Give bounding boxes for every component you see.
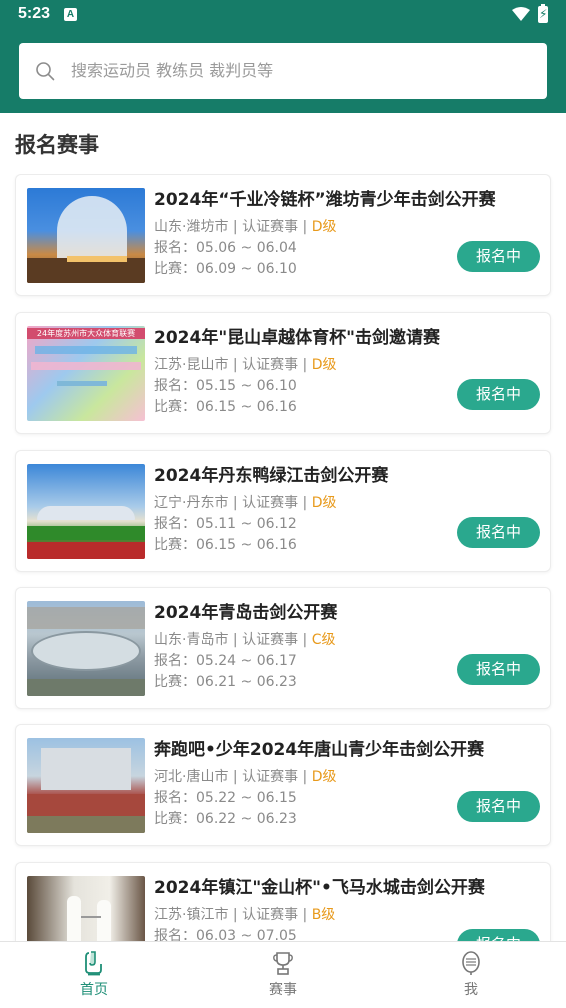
- register-button[interactable]: 报名中: [457, 929, 540, 941]
- match-dates: 比赛：06.09 ~ 06.10: [154, 261, 297, 277]
- registration-dates: 报名：05.24 ~ 06.17: [154, 653, 297, 669]
- event-meta: 山东·潍坊市 | 认证赛事 | D级: [154, 219, 337, 235]
- nav-label-events: 赛事: [269, 982, 297, 998]
- event-meta: 辽宁·丹东市 | 认证赛事 | D级: [154, 495, 337, 511]
- registration-dates: 报名：05.15 ~ 06.10: [154, 378, 297, 394]
- event-list[interactable]: 2024年“千业冷链杯”潍坊青少年击剑公开赛 山东·潍坊市 | 认证赛事 | D…: [0, 174, 566, 941]
- event-location: 山东·潍坊市: [154, 219, 229, 235]
- thumbnail-caption: 24年度苏州市大众体育联赛: [27, 328, 145, 339]
- profile-icon: [462, 951, 480, 975]
- nav-item-events[interactable]: 赛事: [223, 942, 343, 1008]
- nav-item-me[interactable]: 我: [411, 942, 531, 1008]
- event-type: 认证赛事: [242, 907, 299, 923]
- register-button[interactable]: 报名中: [457, 517, 540, 548]
- event-title: 2024年镇江"金山杯"•飞马水城击剑公开赛: [154, 878, 485, 898]
- event-meta: 江苏·昆山市 | 认证赛事 | D级: [154, 357, 337, 373]
- event-type: 认证赛事: [242, 219, 299, 235]
- event-location: 河北·唐山市: [154, 769, 229, 785]
- bottom-nav: 首页 赛事 我: [0, 941, 566, 1008]
- event-meta: 山东·青岛市 | 认证赛事 | C级: [154, 632, 336, 648]
- registration-dates: 报名：05.22 ~ 06.15: [154, 790, 297, 806]
- registration-dates: 报名：05.11 ~ 06.12: [154, 516, 297, 532]
- register-button[interactable]: 报名中: [457, 241, 540, 272]
- register-button[interactable]: 报名中: [457, 379, 540, 410]
- event-thumbnail: [27, 188, 145, 283]
- event-meta: 河北·唐山市 | 认证赛事 | D级: [154, 769, 337, 785]
- trophy-icon: [273, 952, 293, 975]
- event-level: D级: [311, 769, 337, 785]
- match-dates: 比赛：06.15 ~ 06.16: [154, 399, 297, 415]
- registration-dates: 报名：06.03 ~ 07.05: [154, 928, 297, 941]
- event-location: 山东·青岛市: [154, 632, 229, 648]
- register-button[interactable]: 报名中: [457, 654, 540, 685]
- event-thumbnail: 24年度苏州市大众体育联赛: [27, 326, 145, 421]
- event-type: 认证赛事: [242, 495, 299, 511]
- register-button[interactable]: 报名中: [457, 791, 540, 822]
- nav-label-me: 我: [464, 982, 478, 998]
- event-type: 认证赛事: [242, 357, 299, 373]
- section-title: 报名赛事: [15, 133, 99, 157]
- match-dates: 比赛：06.21 ~ 06.23: [154, 674, 297, 690]
- event-meta: 江苏·镇江市 | 认证赛事 | B级: [154, 907, 336, 923]
- event-card[interactable]: 2024年镇江"金山杯"•飞马水城击剑公开赛 江苏·镇江市 | 认证赛事 | B…: [15, 862, 551, 941]
- search-bar[interactable]: 搜索运动员 教练员 裁判员等: [19, 43, 547, 99]
- app-header: 5:23 A ⚡ 搜索运动员 教练员 裁判员等: [0, 0, 566, 113]
- event-type: 认证赛事: [242, 632, 299, 648]
- event-thumbnail: [27, 601, 145, 696]
- event-level: D级: [311, 357, 337, 373]
- status-bar: 5:23 A ⚡: [0, 0, 566, 30]
- event-title: 奔跑吧•少年2024年唐山青少年击剑公开赛: [154, 740, 485, 760]
- event-card[interactable]: 24年度苏州市大众体育联赛 2024年"昆山卓越体育杯"击剑邀请赛 江苏·昆山市…: [15, 312, 551, 434]
- notification-icon: A: [64, 8, 77, 21]
- event-thumbnail: [27, 876, 145, 941]
- event-type: 认证赛事: [242, 769, 299, 785]
- event-location: 江苏·镇江市: [154, 907, 229, 923]
- nav-item-home[interactable]: 首页: [34, 942, 154, 1008]
- event-thumbnail: [27, 738, 145, 833]
- match-dates: 比赛：06.15 ~ 06.16: [154, 537, 297, 553]
- wifi-icon: [512, 7, 530, 21]
- event-title: 2024年青岛击剑公开赛: [154, 603, 338, 623]
- event-level: B级: [311, 907, 336, 923]
- event-card[interactable]: 2024年“千业冷链杯”潍坊青少年击剑公开赛 山东·潍坊市 | 认证赛事 | D…: [15, 174, 551, 296]
- event-location: 江苏·昆山市: [154, 357, 229, 373]
- event-card[interactable]: 2024年青岛击剑公开赛 山东·青岛市 | 认证赛事 | C级 报名：05.24…: [15, 587, 551, 709]
- event-title: 2024年“千业冷链杯”潍坊青少年击剑公开赛: [154, 190, 496, 210]
- search-icon: [36, 62, 55, 81]
- event-title: 2024年丹东鸭绿江击剑公开赛: [154, 466, 389, 486]
- event-title: 2024年"昆山卓越体育杯"击剑邀请赛: [154, 328, 441, 348]
- event-location: 辽宁·丹东市: [154, 495, 229, 511]
- event-level: C级: [311, 632, 336, 648]
- status-time: 5:23: [18, 5, 51, 22]
- event-card[interactable]: 奔跑吧•少年2024年唐山青少年击剑公开赛 河北·唐山市 | 认证赛事 | D级…: [15, 724, 551, 846]
- home-icon: [85, 951, 102, 976]
- match-dates: 比赛：06.22 ~ 06.23: [154, 811, 297, 827]
- event-level: D级: [311, 219, 337, 235]
- nav-label-home: 首页: [80, 982, 108, 998]
- search-input[interactable]: 搜索运动员 教练员 裁判员等: [71, 61, 273, 81]
- event-thumbnail: [27, 464, 145, 559]
- battery-icon: ⚡: [538, 4, 548, 23]
- event-card[interactable]: 2024年丹东鸭绿江击剑公开赛 辽宁·丹东市 | 认证赛事 | D级 报名：05…: [15, 450, 551, 572]
- registration-dates: 报名：05.06 ~ 06.04: [154, 240, 297, 256]
- event-level: D级: [311, 495, 337, 511]
